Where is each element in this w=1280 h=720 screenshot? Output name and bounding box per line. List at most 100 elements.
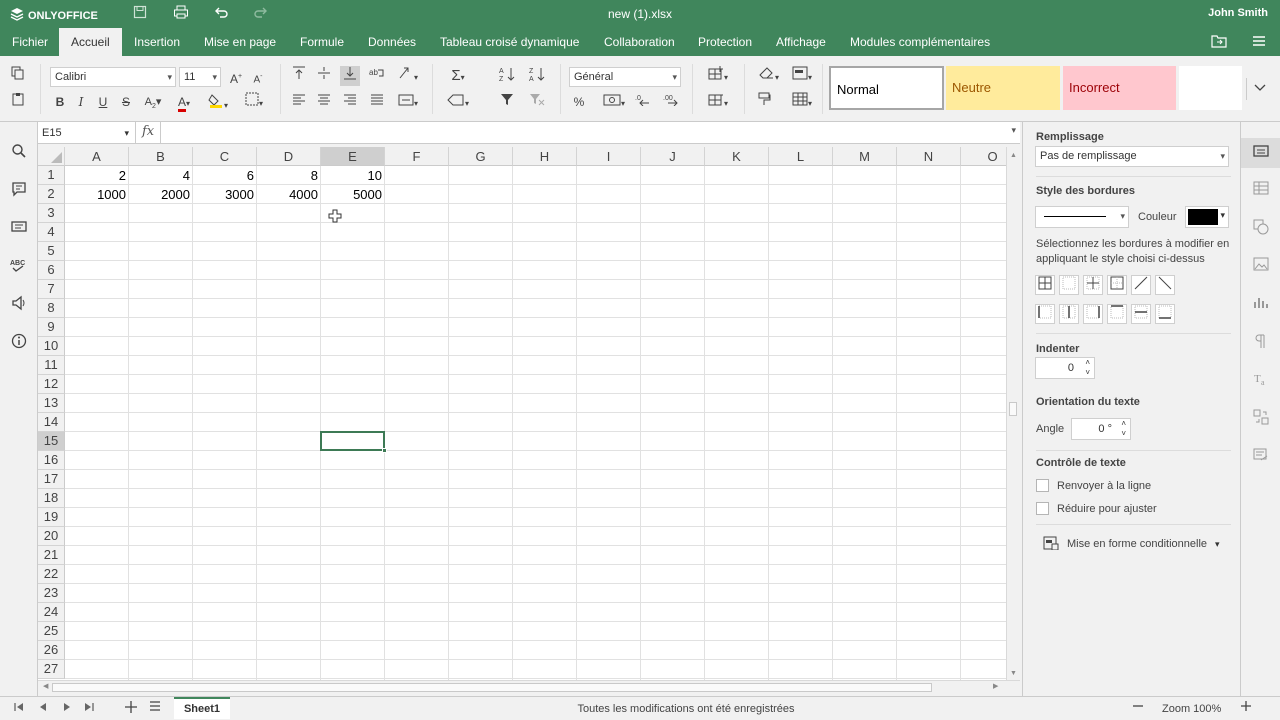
paragraph-settings-icon[interactable] [1251, 333, 1271, 353]
border-diagonal-up-icon[interactable] [1131, 275, 1151, 295]
column-header[interactable]: E [321, 147, 385, 166]
conditional-format-icon[interactable]: ▾ [787, 66, 817, 86]
column-header[interactable]: N [897, 147, 961, 166]
sheet-tab-sheet1[interactable]: Sheet1 [174, 697, 230, 719]
font-color-icon[interactable]: A▾ [170, 92, 198, 112]
row-header[interactable]: 3 [38, 204, 65, 223]
cell-value[interactable]: 5000 [321, 185, 385, 204]
row-header[interactable]: 13 [38, 394, 65, 413]
align-right-icon[interactable] [340, 92, 360, 112]
cell-value[interactable]: 1000 [65, 185, 129, 204]
row-header[interactable]: 8 [38, 299, 65, 318]
subscript-icon[interactable]: A2▾ [140, 92, 166, 112]
sheet-list-icon[interactable] [148, 700, 162, 718]
cell-value[interactable]: 6 [193, 166, 257, 185]
italic-button[interactable]: I [71, 92, 91, 112]
column-header[interactable]: I [577, 147, 641, 166]
row-header[interactable]: 20 [38, 527, 65, 546]
name-box[interactable]: E15 ▾ [38, 122, 136, 144]
paste-icon[interactable] [8, 92, 28, 112]
chart-settings-icon[interactable] [1251, 295, 1271, 315]
conditional-format-button[interactable]: Mise en forme conditionnelle ▾ [1043, 535, 1220, 553]
font-size-select[interactable]: 11 ▾ [179, 67, 221, 87]
border-all-icon[interactable] [1035, 275, 1055, 295]
decrease-decimal-icon[interactable]: .0 [633, 92, 653, 112]
wrap-text-icon[interactable]: ab [367, 66, 387, 86]
border-right-icon[interactable] [1083, 304, 1103, 324]
text-orientation-icon[interactable]: ▾ [394, 66, 422, 86]
border-bottom-icon[interactable] [1155, 304, 1175, 324]
scroll-right-icon[interactable]: ▶ [993, 682, 998, 690]
search-icon[interactable] [9, 143, 29, 163]
next-sheet-icon[interactable] [62, 700, 72, 718]
row-header[interactable]: 5 [38, 242, 65, 261]
row-header[interactable]: 4 [38, 223, 65, 242]
shrink-to-fit-checkbox[interactable] [1036, 502, 1049, 515]
cell-value[interactable]: 4 [129, 166, 193, 185]
strikethrough-button[interactable]: S [116, 92, 136, 112]
angle-stepper[interactable]: 0 ° ˄ ˅ [1071, 418, 1131, 440]
tab-donnees[interactable]: Données [356, 28, 428, 56]
cell-value[interactable]: 2 [65, 166, 129, 185]
row-header[interactable]: 1 [38, 166, 65, 185]
fill-color-icon[interactable]: ▾ [204, 92, 232, 112]
first-sheet-icon[interactable] [14, 700, 24, 718]
column-header[interactable]: C [193, 147, 257, 166]
insert-function-button[interactable]: fx [142, 124, 154, 139]
horizontal-scrollbar[interactable]: ◀ ▶ [38, 680, 1020, 694]
accounting-format-icon[interactable]: ▾ [598, 92, 630, 112]
increase-decimal-icon[interactable]: .00 [661, 92, 681, 112]
row-header[interactable]: 22 [38, 565, 65, 584]
row-header[interactable]: 19 [38, 508, 65, 527]
cell-value[interactable]: 10 [321, 166, 385, 185]
comments-icon[interactable] [9, 181, 29, 201]
underline-button[interactable]: U [93, 92, 113, 112]
save-icon[interactable] [130, 4, 150, 24]
scroll-up-icon[interactable]: ▲ [1010, 152, 1017, 159]
row-header[interactable]: 18 [38, 489, 65, 508]
chat-icon[interactable] [9, 219, 29, 239]
border-style-select[interactable]: ▾ [1035, 206, 1129, 228]
textart-settings-icon[interactable]: Ta [1251, 371, 1271, 391]
indent-stepper[interactable]: 0 ˄ ˅ [1035, 357, 1095, 379]
column-header[interactable]: F [385, 147, 449, 166]
fill-handle[interactable] [382, 448, 387, 453]
tab-formule[interactable]: Formule [288, 28, 356, 56]
align-bottom-icon[interactable] [340, 66, 360, 86]
about-icon[interactable] [9, 333, 29, 353]
border-top-icon[interactable] [1107, 304, 1127, 324]
horizontal-scroll-thumb[interactable] [52, 683, 932, 692]
sum-icon[interactable]: Σ▾ [443, 66, 473, 86]
column-header[interactable]: H [513, 147, 577, 166]
row-header[interactable]: 27 [38, 660, 65, 679]
zoom-out-icon[interactable] [1132, 700, 1144, 718]
open-location-icon[interactable] [1210, 34, 1228, 50]
scroll-down-icon[interactable]: ▼ [1010, 670, 1017, 677]
copy-style-icon[interactable] [754, 92, 774, 112]
tab-insertion[interactable]: Insertion [122, 28, 192, 56]
tab-protection[interactable]: Protection [686, 28, 764, 56]
user-name[interactable]: John Smith [1208, 7, 1268, 19]
image-settings-icon[interactable] [1251, 257, 1271, 277]
row-header[interactable]: 15 [38, 432, 65, 451]
align-center-icon[interactable] [314, 92, 334, 112]
border-left-icon[interactable] [1035, 304, 1055, 324]
cell-value[interactable]: 4000 [257, 185, 321, 204]
redo-icon[interactable] [251, 4, 271, 24]
row-header[interactable]: 23 [38, 584, 65, 603]
wrap-text-checkbox[interactable] [1036, 479, 1049, 492]
row-header[interactable]: 6 [38, 261, 65, 280]
styles-expand-icon[interactable] [1246, 78, 1272, 100]
undo-icon[interactable] [211, 4, 231, 24]
cell-style-bad[interactable]: Incorrect [1063, 66, 1176, 110]
formula-input[interactable] [160, 122, 1008, 144]
row-header[interactable]: 16 [38, 451, 65, 470]
format-as-table-icon[interactable]: ▾ [787, 92, 817, 112]
select-all-corner[interactable] [38, 147, 65, 166]
merge-cells-icon[interactable]: ▾ [394, 92, 422, 112]
align-top-icon[interactable] [289, 66, 309, 86]
align-left-icon[interactable] [289, 92, 309, 112]
filter-icon[interactable] [497, 92, 517, 112]
row-header[interactable]: 25 [38, 622, 65, 641]
column-header[interactable]: L [769, 147, 833, 166]
